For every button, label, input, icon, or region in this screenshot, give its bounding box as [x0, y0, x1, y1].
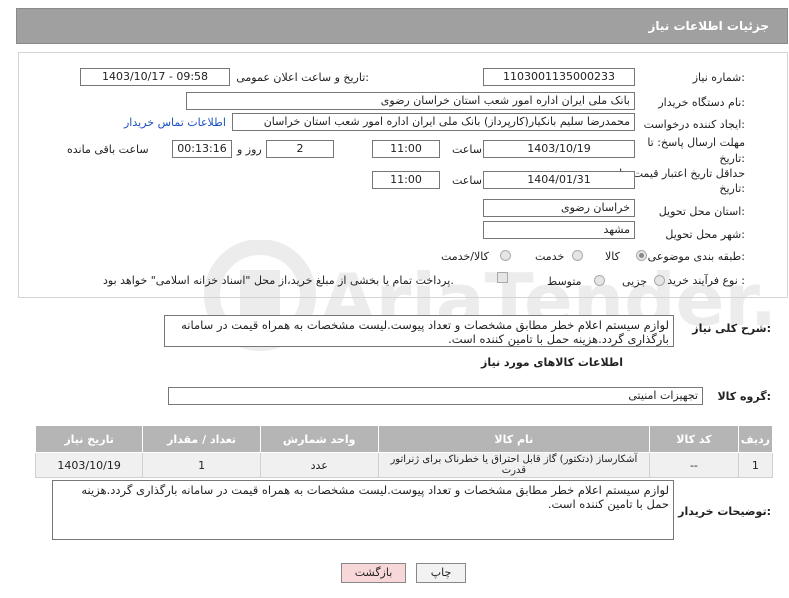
col-item-code: کد کالا: [649, 425, 739, 453]
validity-label-date: تاریخ:: [719, 182, 745, 195]
treasury-payment-note: پرداخت تمام یا بخشی از مبلغ خرید،از محل …: [103, 274, 454, 287]
requester-label: ایجاد کننده درخواست:: [643, 118, 745, 131]
print-button[interactable]: چاپ: [416, 563, 466, 583]
cell-quantity: 1: [142, 452, 261, 478]
goods-group-label: گروه کالا:: [717, 390, 771, 403]
province-label: استان محل تحویل:: [658, 205, 745, 218]
buyer-org-field: بانک ملی ایران اداره امور شعب استان خراس…: [186, 92, 635, 110]
need-number-field: 1103001135000233: [483, 68, 635, 86]
days-label: روز و: [237, 143, 262, 156]
validity-label: حداقل تاریخ اعتبار قیمت: تا: [619, 167, 745, 180]
category-radio-goods[interactable]: [636, 250, 647, 261]
need-number-label: شماره نیاز:: [692, 71, 745, 84]
buyer-org-label: نام دستگاه خریدار:: [658, 96, 745, 109]
page-header: جزئیات اطلاعات نیاز: [16, 8, 788, 44]
city-label: شهر محل تحویل:: [665, 228, 745, 241]
col-unit: واحد شمارش: [259, 425, 379, 453]
time-remaining-label: ساعت باقی مانده: [67, 143, 149, 156]
requester-field: محمدرضا سلیم بانکیار(کارپرداز) بانک ملی …: [232, 113, 635, 131]
announce-datetime-field: 1403/10/17 - 09:58: [80, 68, 230, 86]
deadline-time-label: ساعت: [452, 143, 482, 156]
col-need-date: تاریخ نیاز: [34, 425, 144, 453]
category-radio-goods-service[interactable]: [500, 250, 511, 261]
buyer-notes-label: توضیحات خریدار:: [678, 505, 771, 518]
buyer-notes-textarea[interactable]: لوازم سیستم اعلام خطر مطابق مشخصات و تعد…: [52, 480, 674, 540]
category-option-service: خدمت: [535, 250, 565, 263]
validity-time-field: 11:00: [372, 171, 440, 189]
table-row: 1 -- آشکارساز (دتکتور) گاز قابل احتراق ی…: [34, 452, 774, 478]
deadline-time-field: 11:00: [372, 140, 440, 158]
deadline-date-field: 1403/10/19: [483, 140, 635, 158]
deadline-label-date: تاریخ:: [719, 152, 745, 165]
col-item-name: نام کالا: [377, 425, 651, 453]
goods-section-title: اطلاعات کالاهای مورد نیاز: [481, 356, 623, 369]
page-title: جزئیات اطلاعات نیاز: [648, 19, 769, 33]
deadline-label: مهلت ارسال پاسخ: تا: [647, 136, 745, 149]
category-option-goods: کالا: [605, 250, 620, 263]
category-label: طبقه بندی موضوعی:: [647, 250, 745, 263]
cell-row-number: 1: [737, 452, 774, 478]
announce-label: تاریخ و ساعت اعلان عمومی:: [236, 71, 369, 84]
cell-need-date: 1403/10/19: [34, 452, 144, 478]
table-header-row: ردیف کد کالا نام کالا واحد شمارش تعداد /…: [34, 425, 774, 453]
back-button[interactable]: بازگشت: [341, 563, 406, 583]
process-label: نوع فرآیند خرید :: [667, 274, 745, 287]
time-remaining-field: 00:13:16: [172, 140, 232, 158]
cell-unit: عدد: [259, 452, 379, 478]
process-radio-medium[interactable]: [594, 275, 605, 286]
process-radio-minor[interactable]: [654, 275, 665, 286]
cell-item-name: آشکارساز (دتکتور) گاز قابل احتراق یا خطر…: [377, 452, 651, 478]
treasury-payment-checkbox[interactable]: [497, 272, 508, 283]
category-radio-service[interactable]: [572, 250, 583, 261]
col-quantity: تعداد / مقدار: [142, 425, 261, 453]
city-field: مشهد: [483, 221, 635, 239]
validity-time-label: ساعت: [452, 174, 482, 187]
days-remaining-field: 2: [266, 140, 334, 158]
description-textarea[interactable]: لوازم سیستم اعلام خطر مطابق مشخصات و تعد…: [164, 315, 674, 347]
category-option-goods-service: کالا/خدمت: [441, 250, 489, 263]
process-option-medium: متوسط: [547, 275, 582, 288]
validity-date-field: 1404/01/31: [483, 171, 635, 189]
buyer-contact-link[interactable]: اطلاعات تماس خریدار: [124, 116, 226, 129]
goods-group-field: تجهیزات امنیتی: [168, 387, 703, 405]
cell-item-code: --: [649, 452, 739, 478]
process-option-minor: جزیی: [622, 275, 648, 288]
col-row-number: ردیف: [737, 425, 774, 453]
goods-table: ردیف کد کالا نام کالا واحد شمارش تعداد /…: [34, 425, 774, 478]
description-label: شرح کلی نیاز:: [692, 322, 771, 335]
province-field: خراسان رضوی: [483, 199, 635, 217]
